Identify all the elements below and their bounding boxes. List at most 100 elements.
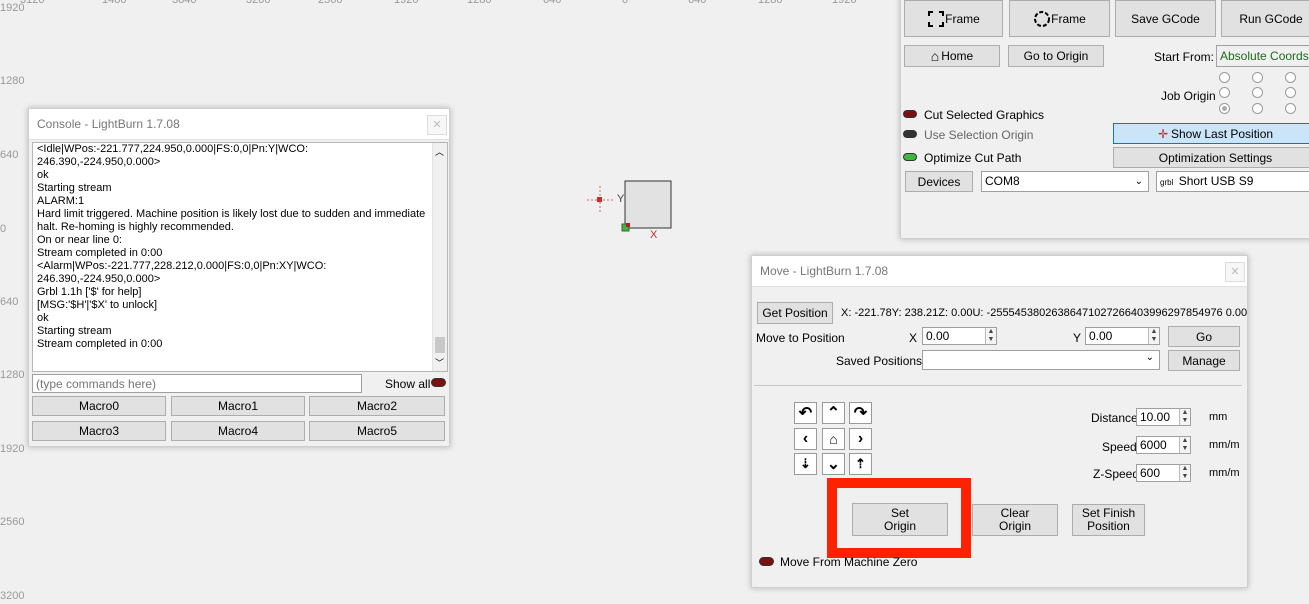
scroll-thumb[interactable] — [435, 337, 445, 353]
go-to-origin-button[interactable]: Go to Origin — [1008, 45, 1104, 67]
rotate-ccw-icon[interactable]: ↶ — [794, 402, 817, 424]
cut-selected-toggle[interactable] — [903, 110, 917, 118]
optimize-cut-path-label: Optimize Cut Path — [924, 151, 1022, 165]
job-origin-radio[interactable] — [1252, 72, 1263, 83]
ruler-left-tick: 640 — [0, 149, 19, 161]
home-icon: ⌂ — [930, 48, 940, 64]
distance-spinner[interactable]: ▲ ▼ — [1179, 409, 1190, 425]
z-up-icon[interactable]: ⇡ — [849, 453, 872, 475]
run-gcode-button[interactable]: Run GCode — [1221, 0, 1309, 37]
rotate-cw-icon[interactable]: ↷ — [849, 402, 872, 424]
set-finish-position-button[interactable]: Set Finish Position — [1072, 504, 1145, 536]
distance-unit: mm — [1209, 411, 1228, 423]
y-position-value: 0.00 — [1089, 329, 1113, 343]
macro-button[interactable]: Macro5 — [309, 421, 445, 441]
home-button[interactable]: ⌂ Home — [904, 45, 1000, 67]
clear-origin-button[interactable]: Clear Origin — [972, 504, 1058, 536]
close-icon[interactable]: ✕ — [427, 115, 447, 135]
speed-spinner[interactable]: ▲ ▼ — [1179, 437, 1190, 453]
show-last-position-button[interactable]: ✛ Show Last Position — [1113, 123, 1309, 144]
z-speed-value: 600 — [1140, 466, 1161, 480]
console-line: Hard limit triggered. Machine position i… — [37, 208, 426, 220]
use-selection-origin-label: Use Selection Origin — [924, 128, 1034, 142]
port-select[interactable]: COM8 ⌄ — [981, 171, 1149, 192]
x-spinner[interactable]: ▲ ▼ — [985, 328, 996, 344]
ruler-top-tick: 2560 — [318, 0, 343, 6]
use-selection-origin-toggle[interactable] — [903, 130, 917, 138]
ruler-left-tick: 1920 — [0, 2, 25, 14]
manage-button[interactable]: Manage — [1168, 350, 1240, 371]
macro-button[interactable]: Macro0 — [32, 396, 166, 416]
z-speed-spinner[interactable]: ▲ ▼ — [1179, 465, 1190, 481]
scroll-down-icon[interactable]: ﹀ — [435, 356, 444, 369]
console-window: Console - LightBurn 1.7.08 ✕ <Idle|WPos:… — [28, 108, 450, 447]
y-spinner[interactable]: ▲ ▼ — [1148, 328, 1159, 344]
console-line: ALARM:1 — [37, 195, 85, 207]
macro-button[interactable]: Macro3 — [32, 421, 166, 441]
home-icon[interactable]: ⌂ — [822, 428, 845, 450]
optimize-cut-path-toggle[interactable] — [903, 153, 917, 161]
console-scrollbar[interactable]: ︿ ﹀ — [432, 143, 447, 371]
job-origin-radio[interactable] — [1285, 72, 1296, 83]
jog-left-icon[interactable]: ‹ — [794, 428, 817, 450]
chevron-down-icon: ⌄ — [1134, 176, 1143, 187]
show-all-toggle[interactable] — [431, 378, 446, 387]
console-line: On or near line 0: — [37, 234, 122, 246]
saved-positions-select[interactable]: ⌄ — [922, 350, 1160, 370]
speed-input[interactable]: 6000 ▲ ▼ — [1136, 436, 1191, 454]
get-position-button[interactable]: Get Position — [757, 302, 833, 324]
position-readout: X: -221.78Y: 238.21Z: 0.00U: -2555453802… — [841, 307, 1248, 319]
job-origin-radio[interactable] — [1252, 87, 1263, 98]
move-from-machine-zero-toggle[interactable] — [759, 557, 774, 566]
x-position-input[interactable]: 0.00 ▲ ▼ — [922, 327, 997, 345]
console-titlebar[interactable]: Console - LightBurn 1.7.08 ✕ — [29, 109, 449, 140]
console-line: ok — [37, 312, 49, 324]
optimization-settings-button[interactable]: Optimization Settings — [1113, 147, 1309, 168]
x-label: X — [909, 331, 918, 345]
saved-positions-label: Saved Positions: — [836, 354, 926, 368]
job-origin-radio[interactable] — [1285, 103, 1296, 114]
set-origin-button[interactable]: Set Origin — [852, 503, 948, 536]
circle-frame-button[interactable]: Frame — [1009, 0, 1110, 37]
jog-down-icon[interactable]: ⌄ — [822, 453, 845, 475]
ruler-left-tick: 640 — [0, 296, 19, 308]
console-title: Console - LightBurn 1.7.08 — [37, 117, 180, 131]
distance-input[interactable]: 10.00 ▲ ▼ — [1136, 408, 1191, 426]
z-speed-input[interactable]: 600 ▲ ▼ — [1136, 464, 1191, 482]
job-origin-radio[interactable] — [1219, 72, 1230, 83]
speed-unit: mm/m — [1209, 439, 1240, 451]
start-from-select[interactable]: Absolute Coords — [1216, 45, 1309, 67]
console-output[interactable]: <Idle|WPos:-221.777,224.950,0.000|FS:0,0… — [32, 142, 448, 372]
command-input[interactable] — [32, 374, 362, 393]
y-position-input[interactable]: 0.00 ▲ ▼ — [1085, 327, 1160, 345]
macro-button[interactable]: Macro4 — [171, 421, 305, 441]
distance-label: Distance — [1091, 411, 1138, 425]
go-button[interactable]: Go — [1168, 326, 1240, 347]
z-down-icon[interactable]: ⇣ — [794, 453, 817, 475]
frame-button[interactable]: Frame — [904, 0, 1003, 37]
macro-button[interactable]: Macro2 — [309, 396, 445, 416]
job-origin-radio-selected[interactable] — [1219, 103, 1230, 114]
console-line: [MSG:'$H'|'$X' to unlock] — [37, 299, 158, 311]
speed-value: 6000 — [1140, 438, 1167, 452]
x-position-value: 0.00 — [926, 329, 950, 343]
move-titlebar[interactable]: Move - LightBurn 1.7.08 ✕ — [752, 256, 1247, 287]
z-speed-unit: mm/m — [1209, 467, 1240, 479]
ruler-top-tick: 3840 — [172, 0, 197, 6]
ruler-left-tick: 1280 — [0, 75, 25, 87]
port-value: COM8 — [985, 174, 1020, 188]
macro-button[interactable]: Macro1 — [171, 396, 305, 416]
job-origin-radio[interactable] — [1219, 87, 1230, 98]
jog-up-icon[interactable]: ⌃ — [822, 402, 845, 424]
speed-label: Speed — [1102, 440, 1137, 454]
save-gcode-button[interactable]: Save GCode — [1115, 0, 1216, 37]
jog-right-icon[interactable]: › — [849, 428, 872, 450]
device-select[interactable]: grbl Short USB S9 — [1156, 171, 1309, 192]
job-origin-radio[interactable] — [1252, 103, 1263, 114]
job-origin-radio[interactable] — [1285, 87, 1296, 98]
devices-button[interactable]: Devices — [905, 171, 973, 192]
cut-selected-label: Cut Selected Graphics — [924, 108, 1045, 122]
scroll-up-icon[interactable]: ︿ — [435, 145, 444, 158]
close-icon[interactable]: ✕ — [1225, 262, 1245, 282]
circle-frame-icon — [1034, 10, 1051, 27]
